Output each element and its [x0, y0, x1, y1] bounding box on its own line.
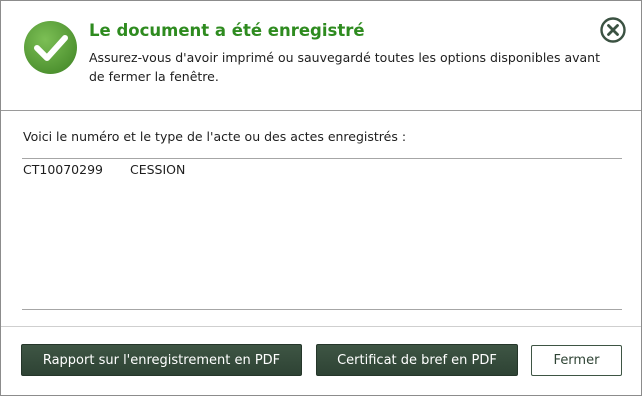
dialog-subtitle: Assurez-vous d'avoir imprimé ou sauvegar…: [89, 50, 601, 84]
close-circle-icon[interactable]: [600, 17, 626, 43]
check-circle-icon: [24, 21, 77, 74]
act-row: CT10070299 CESSION: [23, 162, 185, 178]
act-type: CESSION: [130, 162, 186, 177]
dialog-content: Voici le numéro et le type de l'acte ou …: [1, 111, 641, 325]
dialog-title: Le document a été enregistré: [89, 21, 365, 40]
act-number: CT10070299: [23, 162, 103, 177]
close-button[interactable]: Fermer: [531, 345, 622, 376]
registration-dialog: Le document a été enregistré Assurez-vou…: [0, 0, 642, 396]
acts-intro-text: Voici le numéro et le type de l'acte ou …: [23, 129, 407, 144]
certificate-pdf-button[interactable]: Certificat de bref en PDF: [316, 344, 518, 376]
divider-top: [22, 158, 622, 159]
report-pdf-button[interactable]: Rapport sur l'enregistrement en PDF: [21, 344, 302, 376]
dialog-footer: Rapport sur l'enregistrement en PDF Cert…: [1, 326, 641, 396]
divider-bottom: [22, 309, 622, 310]
dialog-header: Le document a été enregistré Assurez-vou…: [1, 1, 641, 111]
acts-list: CT10070299 CESSION: [23, 162, 185, 178]
